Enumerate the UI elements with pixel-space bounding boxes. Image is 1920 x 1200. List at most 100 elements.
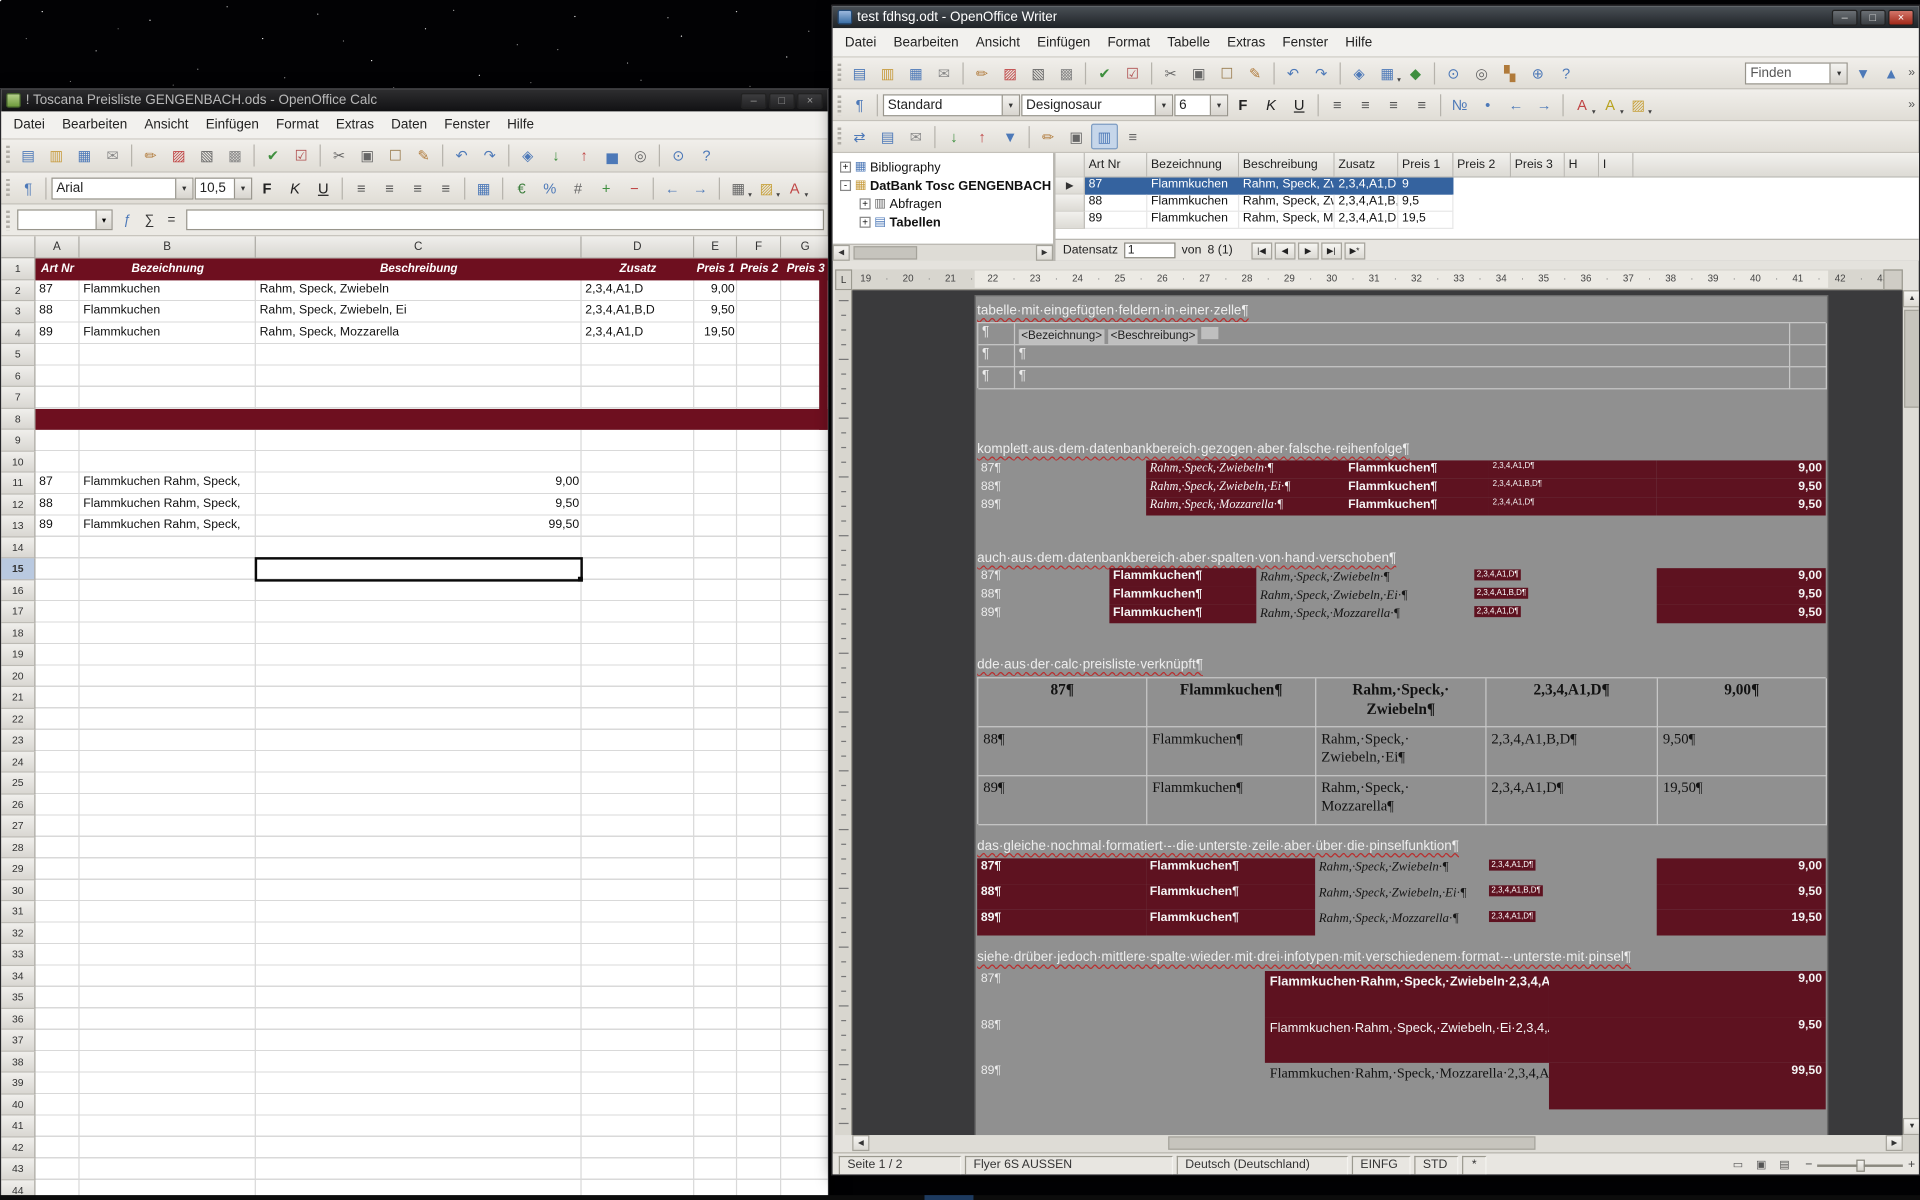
formatted-table-cell[interactable]: 9,00	[1657, 858, 1826, 884]
toolbar-overflow-icon[interactable]: »	[1908, 66, 1915, 79]
db-shifted-table-cell[interactable]: 9,00	[1657, 568, 1826, 586]
calc-row-header-7[interactable]: 7	[1, 387, 35, 408]
fields-table-cell[interactable]: ¶	[1015, 345, 1790, 367]
first-record-button[interactable]: |◀	[1251, 242, 1272, 259]
calc-row-header-28[interactable]: 28	[1, 837, 35, 858]
db-wrong-order-table-cell[interactable]: 2,3,4,A1,D¶	[1489, 460, 1657, 478]
writer-menu-format[interactable]: Format	[1099, 31, 1159, 53]
help-icon[interactable]: ?	[1553, 60, 1580, 86]
chevron-down-icon[interactable]: ▾	[175, 178, 192, 198]
align-left-icon[interactable]: ≡	[348, 175, 375, 201]
grid-cell[interactable]: Rahm, Speck, Zwi	[1239, 195, 1335, 212]
calc-selected-cell[interactable]	[255, 557, 583, 581]
zoom-slider[interactable]	[1817, 1164, 1903, 1166]
navigator-icon[interactable]: ◎	[1468, 60, 1495, 86]
edit-data-icon[interactable]: ✏	[1035, 124, 1062, 150]
toolbar-grip[interactable]	[6, 146, 10, 166]
calc-row-header-9[interactable]: 9	[1, 430, 35, 451]
scroll-right-icon[interactable]: ▶	[1886, 1135, 1903, 1151]
mixed-table-cell[interactable]: 88¶	[977, 1017, 1265, 1063]
chart-icon[interactable]: ▅	[599, 143, 626, 169]
chevron-down-icon[interactable]: ▾	[96, 211, 112, 229]
grid-cell[interactable]: Flammkuchen	[1147, 178, 1239, 195]
calc-spreadsheet-grid[interactable]: ABCDEFG123456789101112131415161718192021…	[1, 236, 829, 1200]
italic-icon[interactable]: K	[1258, 92, 1285, 118]
calc-row-header-33[interactable]: 33	[1, 944, 35, 965]
find-next-icon[interactable]: ▼	[1850, 60, 1877, 86]
prev-record-button[interactable]: ◀	[1274, 242, 1295, 259]
zoom-out-icon[interactable]: −	[1805, 1158, 1812, 1171]
writer-menu-bearbeiten[interactable]: Bearbeiten	[885, 31, 967, 53]
grid-column-header-zusatz[interactable]: Zusatz	[1335, 153, 1399, 177]
calc-row-header-18[interactable]: 18	[1, 623, 35, 644]
align-justify-icon[interactable]: ≡	[432, 175, 459, 201]
calc-cell[interactable]: Flammkuchen Rahm, Speck,	[80, 473, 256, 494]
edit-file-icon[interactable]: ✏	[137, 143, 164, 169]
hyperlink-icon[interactable]: ◈	[1346, 60, 1373, 86]
dde-table-cell[interactable]: Flammkuchen¶	[1147, 776, 1316, 825]
book-view-icon[interactable]: ▤	[1775, 1157, 1795, 1174]
doc-heading-db-shifted[interactable]: auch·aus·dem·datenbankbereich·aber·spalt…	[977, 551, 1396, 566]
chevron-down-icon[interactable]: ▾	[1830, 63, 1847, 83]
grid-cell[interactable]: Flammkuchen	[1147, 212, 1239, 229]
calc-row-header-43[interactable]: 43	[1, 1158, 35, 1179]
zoom-in-icon[interactable]: +	[1908, 1158, 1915, 1171]
calc-close-button[interactable]: ×	[797, 92, 823, 108]
db-shifted-table-cell[interactable]: Rahm,·Speck,·Zwiebeln,·Ei·¶	[1256, 587, 1470, 605]
dde-table-cell[interactable]: 9,50¶	[1658, 727, 1827, 776]
underline-icon[interactable]: U	[1286, 92, 1313, 118]
find-replace-icon[interactable]: ⊙	[1440, 60, 1467, 86]
formatted-table-cell[interactable]: Rahm,·Speck,·Zwiebeln,·Ei·¶	[1315, 884, 1485, 910]
taskbar[interactable]	[0, 1195, 1920, 1200]
db-wrong-order-table-cell[interactable]: Rahm,·Speck,·Mozzarella·¶	[1146, 497, 1344, 515]
currency-format-icon[interactable]: €	[508, 175, 535, 201]
help-icon[interactable]: ?	[693, 143, 720, 169]
calc-column-header-a[interactable]: A	[36, 236, 80, 258]
dde-table-cell[interactable]: 89¶	[978, 776, 1147, 825]
grid-cell[interactable]: 89	[1085, 212, 1147, 229]
function-icon[interactable]: =	[160, 209, 182, 230]
db-wrong-order-table-cell[interactable]: 2,3,4,A1,B,D¶	[1489, 479, 1657, 497]
calc-row-header-17[interactable]: 17	[1, 601, 35, 622]
formatted-table-cell[interactable]: 88¶	[977, 884, 1146, 910]
font-color-icon[interactable]: A▾	[1569, 92, 1596, 118]
field-chip[interactable]: <Bezeichnung>	[1019, 329, 1105, 344]
calc-row-header-38[interactable]: 38	[1, 1051, 35, 1072]
find-combo[interactable]: Finden ▾	[1745, 62, 1848, 84]
calc-menu-fenster[interactable]: Fenster	[436, 114, 499, 136]
find-replace-icon[interactable]: ⊙	[665, 143, 692, 169]
formatted-table-cell[interactable]: 19,50	[1657, 910, 1826, 936]
toolbar-grip[interactable]	[838, 95, 842, 115]
calc-menu-extras[interactable]: Extras	[327, 114, 382, 136]
calc-row-header-6[interactable]: 6	[1, 366, 35, 387]
formatted-table-cell[interactable]: Rahm,·Speck,·Zwiebeln·¶	[1315, 858, 1485, 884]
current-document-data-source-icon[interactable]: ▣	[1063, 124, 1090, 150]
formatted-table-cell[interactable]: Flammkuchen¶	[1146, 858, 1315, 884]
grid-column-header-i[interactable]: I	[1599, 153, 1633, 177]
writer-menu-ansicht[interactable]: Ansicht	[967, 31, 1028, 53]
calc-row-header-26[interactable]: 26	[1, 794, 35, 815]
field-chip-small[interactable]	[1202, 327, 1219, 339]
db-shifted-table-cell[interactable]: Flammkuchen¶	[1109, 605, 1256, 623]
formatted-table-cell[interactable]: Flammkuchen¶	[1146, 910, 1315, 936]
record-marker[interactable]	[1056, 212, 1085, 229]
calc-menu-daten[interactable]: Daten	[383, 114, 436, 136]
tree-item-datbank-tosc-gengenbach[interactable]: -▦DatBank Tosc GENGENBACH	[833, 176, 1053, 194]
formatted-table-cell[interactable]: 87¶	[977, 858, 1146, 884]
align-center-icon[interactable]: ≡	[376, 175, 403, 201]
dde-table-cell[interactable]: Flammkuchen¶	[1147, 678, 1316, 727]
save-icon[interactable]: ▦	[902, 60, 929, 86]
mixed-table-cell[interactable]: 89¶	[977, 1063, 1265, 1109]
undo-icon[interactable]: ↶	[448, 143, 475, 169]
database-table-grid[interactable]: Art NrBezeichnungBeschreibungZusatzPreis…	[1056, 153, 1920, 239]
fields-table-cell[interactable]: <Bezeichnung><Beschreibung>	[1015, 323, 1790, 345]
calc-row-header-14[interactable]: 14	[1, 537, 35, 558]
calc-cell[interactable]: 2,3,4,A1,B,D	[582, 301, 695, 322]
cut-icon[interactable]: ✂	[1157, 60, 1184, 86]
mixed-table-cell[interactable]: 9,50	[1549, 1017, 1826, 1063]
vertical-scrollbar[interactable]: ▲ ▼	[1903, 290, 1920, 1135]
dde-table-cell[interactable]: 19,50¶	[1658, 776, 1827, 825]
scroll-up-icon[interactable]: ▲	[1903, 290, 1920, 307]
toolbar-grip[interactable]	[6, 178, 10, 198]
hyperlink-icon[interactable]: ◈	[514, 143, 541, 169]
